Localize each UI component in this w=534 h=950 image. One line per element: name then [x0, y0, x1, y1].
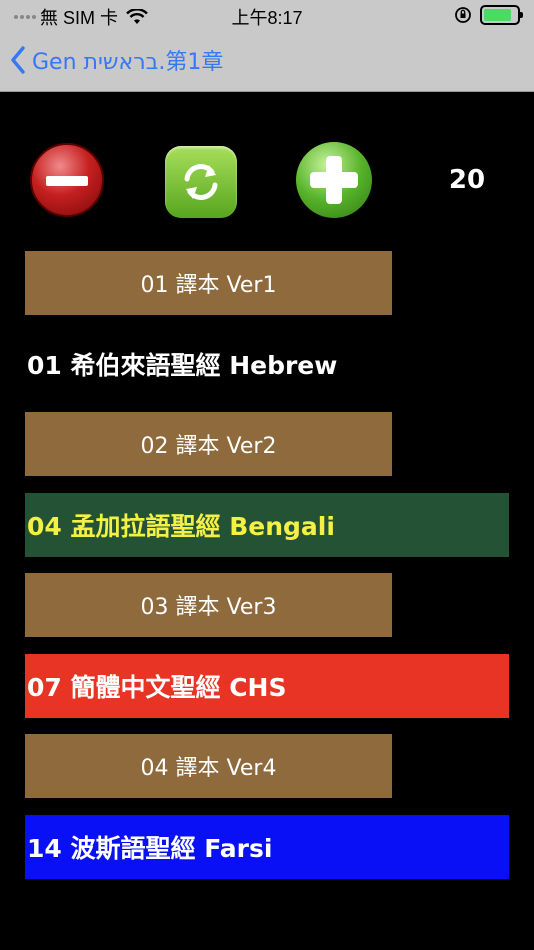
version-button-label: 04 譯本 Ver4: [140, 756, 277, 781]
battery-fill: [484, 9, 512, 21]
back-button-label: Gen בראשית.第1章: [32, 50, 224, 75]
status-bar: 無 SIM 卡 上午8:17: [0, 0, 534, 30]
chevron-left-icon: [11, 46, 25, 74]
add-icon-vertical: [326, 156, 342, 204]
item-count: 20: [448, 165, 486, 195]
bible-row[interactable]: 04 孟加拉語聖經 Bengali: [25, 493, 509, 557]
version-button[interactable]: 01 譯本 Ver1: [25, 251, 392, 315]
orientation-lock-icon: [455, 7, 471, 23]
remove-icon: [46, 176, 88, 186]
add-button[interactable]: [296, 142, 372, 218]
navigation-bar: Gen בראשית.第1章: [0, 30, 534, 92]
version-button[interactable]: 02 譯本 Ver2: [25, 412, 392, 476]
battery-tip: [520, 12, 523, 18]
back-button[interactable]: Gen בראשית.第1章: [10, 44, 223, 76]
refresh-icon: [184, 164, 218, 200]
battery-icon: [480, 5, 523, 25]
version-button[interactable]: 04 譯本 Ver4: [25, 734, 392, 798]
bible-row-label: 07 簡體中文聖經 CHS: [27, 673, 287, 702]
version-button-label: 01 譯本 Ver1: [140, 273, 277, 298]
version-button-label: 03 譯本 Ver3: [140, 595, 277, 620]
bible-row-label: 14 波斯語聖經 Farsi: [27, 834, 273, 863]
bible-row-label: 04 孟加拉語聖經 Bengali: [27, 512, 335, 541]
refresh-button[interactable]: [165, 146, 237, 218]
bible-row[interactable]: 01 希伯來語聖經 Hebrew: [25, 332, 509, 396]
status-right: [454, 5, 523, 25]
version-button-label: 02 譯本 Ver2: [140, 434, 277, 459]
bible-row[interactable]: 07 簡體中文聖經 CHS: [25, 654, 509, 718]
bible-row-label: 01 希伯來語聖經 Hebrew: [27, 351, 338, 380]
version-button[interactable]: 03 譯本 Ver3: [25, 573, 392, 637]
remove-button[interactable]: [30, 143, 104, 217]
bible-row[interactable]: 14 波斯語聖經 Farsi: [25, 815, 509, 879]
